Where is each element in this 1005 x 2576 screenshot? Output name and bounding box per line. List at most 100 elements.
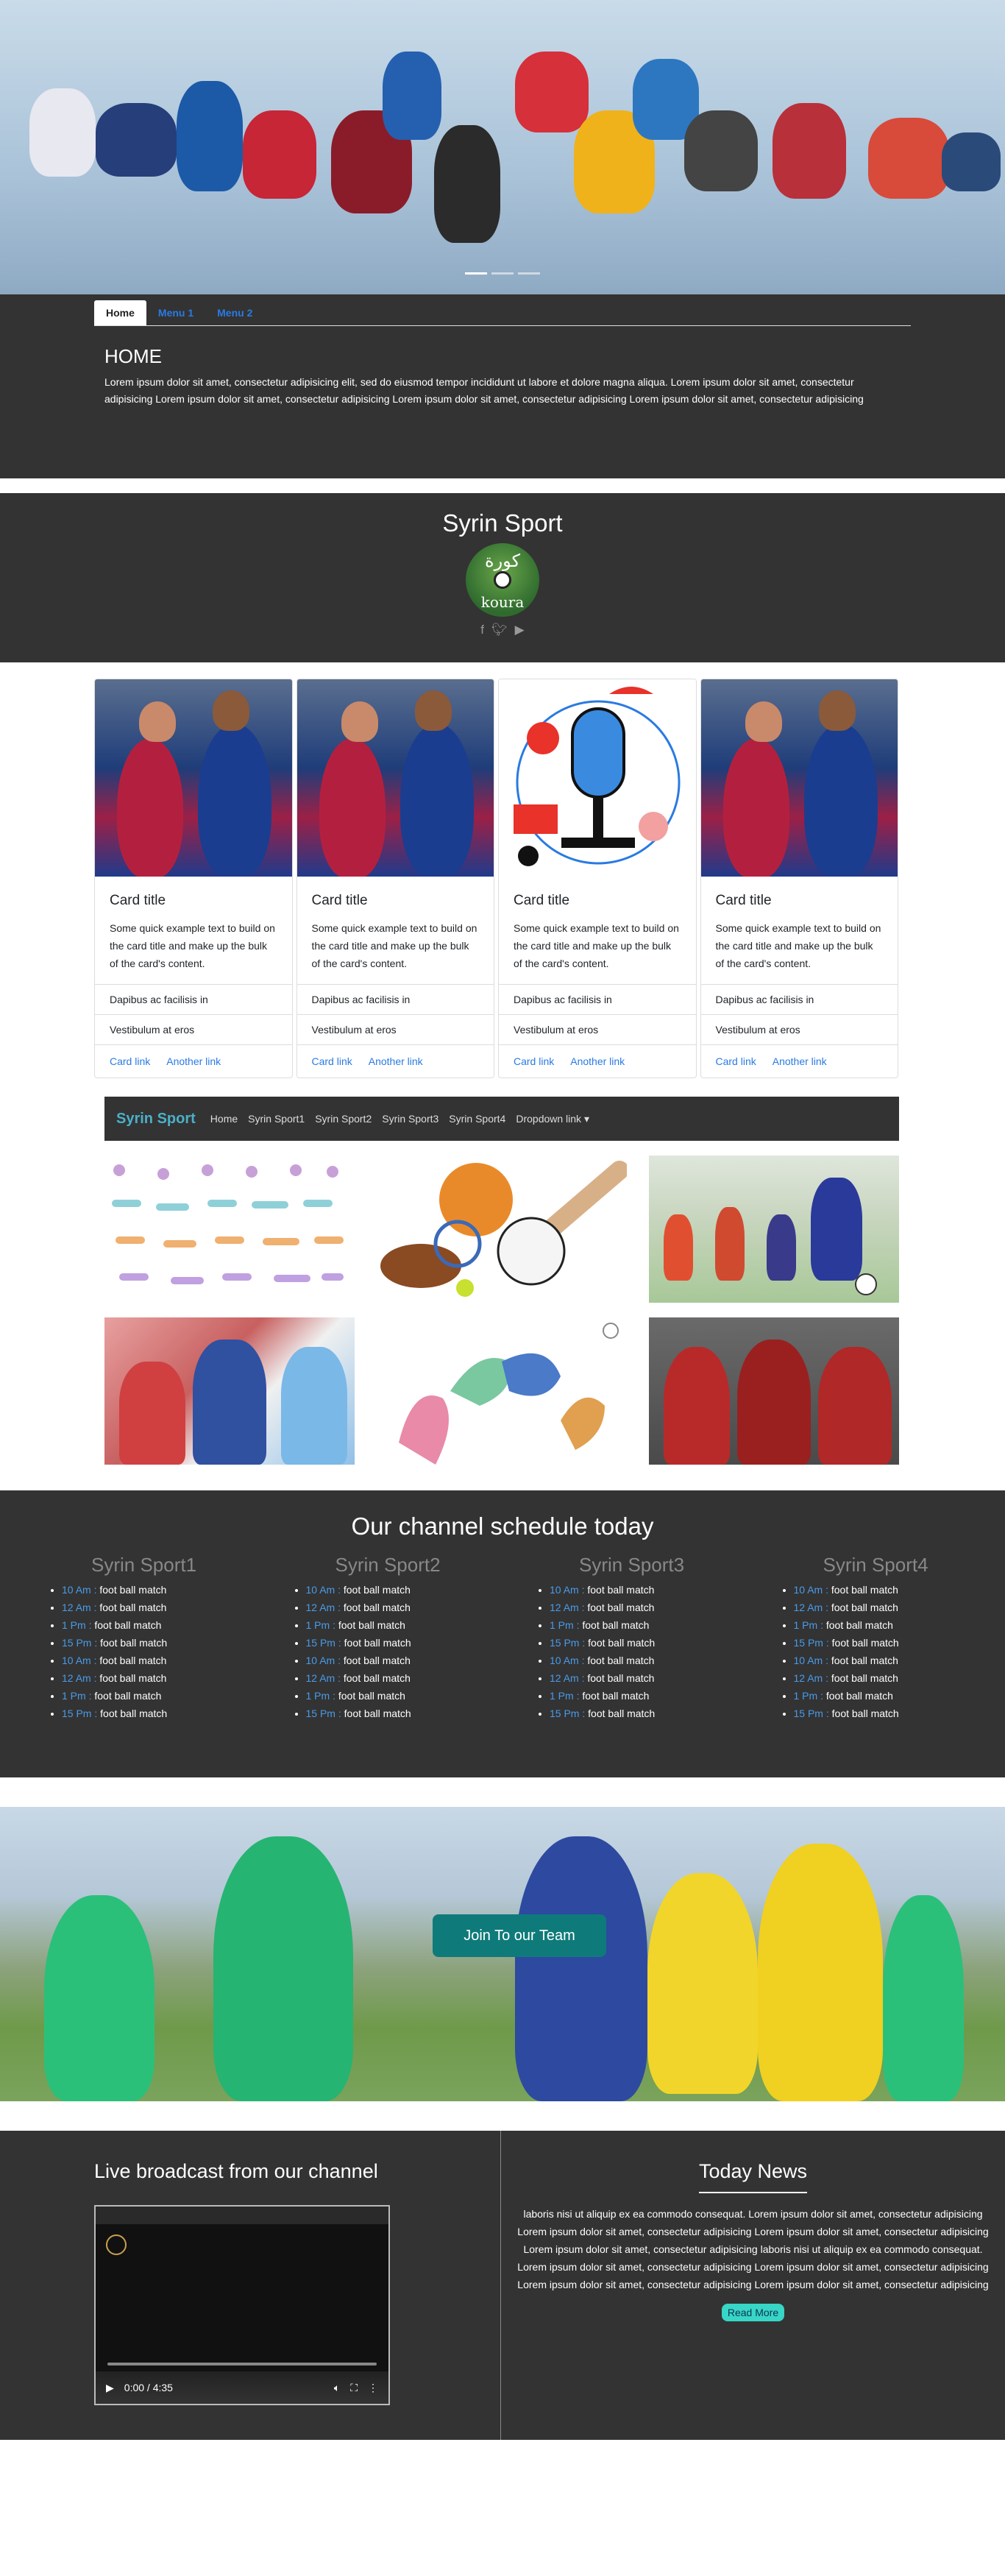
tab-menu-1[interactable]: Menu 1 <box>146 300 205 325</box>
nav-home[interactable]: Home <box>210 1113 238 1125</box>
more-options-icon[interactable]: ⋮ <box>368 2382 378 2394</box>
card-list-item: Vestibulum at eros <box>700 1014 898 1044</box>
schedule-item: 12 Am : foot ball match <box>62 1599 274 1616</box>
facebook-icon[interactable]: f <box>480 623 484 637</box>
card-text: Some quick example text to build on the … <box>715 922 881 969</box>
card-link[interactable]: Card link <box>110 1055 150 1067</box>
card-title: Card title <box>110 893 166 908</box>
card-another-link[interactable]: Another link <box>570 1055 625 1067</box>
video-player[interactable]: ▶ 0:00 / 4:35 🔈︎ ⛶ ⋮ <box>94 2205 390 2405</box>
card-link[interactable]: Card link <box>514 1055 554 1067</box>
card-link[interactable]: Card link <box>312 1055 352 1067</box>
schedule-item: 10 Am : foot ball match <box>306 1581 518 1599</box>
schedule-item: 15 Pm : foot ball match <box>62 1705 274 1722</box>
site-header: Syrin Sport كورة koura f 🐦︎ ▶ <box>0 493 1005 662</box>
nav-syrin-sport2[interactable]: Syrin Sport2 <box>315 1113 372 1125</box>
card-list-item: Dapibus ac facilisis in <box>95 984 292 1014</box>
schedule-section: Our channel schedule today Syrin Sport1 … <box>0 1490 1005 1777</box>
gallery-image[interactable] <box>377 1156 627 1303</box>
schedule-item: 12 Am : foot ball match <box>306 1669 518 1687</box>
schedule-item: 10 Am : foot ball match <box>794 1652 1005 1669</box>
schedule-item: 15 Pm : foot ball match <box>550 1705 761 1722</box>
navbar-brand[interactable]: Syrin Sport <box>116 1111 196 1128</box>
tab-text: Lorem ipsum dolor sit amet, consectetur … <box>104 376 864 405</box>
card-image <box>95 679 292 877</box>
schedule-item: 15 Pm : foot ball match <box>306 1634 518 1652</box>
card-list-item: Dapibus ac facilisis in <box>296 984 494 1014</box>
card-another-link[interactable]: Another link <box>369 1055 423 1067</box>
card-text: Some quick example text to build on the … <box>110 922 275 969</box>
schedule-item: 12 Am : foot ball match <box>550 1669 761 1687</box>
nav-syrin-sport3[interactable]: Syrin Sport3 <box>382 1113 438 1125</box>
schedule-item: 10 Am : foot ball match <box>550 1652 761 1669</box>
nav-syrin-sport4[interactable]: Syrin Sport4 <box>449 1113 505 1125</box>
card: Card title Some quick example text to bu… <box>498 679 697 1078</box>
schedule-item: 10 Am : foot ball match <box>62 1652 274 1669</box>
card: Card title Some quick example text to bu… <box>296 679 494 1078</box>
hero-carousel[interactable] <box>0 0 1005 294</box>
schedule-item: 12 Am : foot ball match <box>794 1599 1005 1616</box>
play-icon[interactable]: ▶ <box>106 2382 114 2394</box>
athlete-figure <box>177 81 243 191</box>
schedule-item: 10 Am : foot ball match <box>550 1581 761 1599</box>
card-image <box>296 679 494 877</box>
card-title: Card title <box>311 893 368 908</box>
schedule-item: 10 Am : foot ball match <box>794 1581 1005 1599</box>
nav-syrin-sport1[interactable]: Syrin Sport1 <box>248 1113 305 1125</box>
live-title: Live broadcast from our channel <box>94 2160 378 2182</box>
tab-heading: HOME <box>104 345 162 367</box>
player-figure <box>758 1844 883 2101</box>
schedule-item: 1 Pm : foot ball match <box>62 1616 274 1634</box>
card-link[interactable]: Card link <box>716 1055 756 1067</box>
gallery-image[interactable] <box>649 1317 899 1465</box>
volume-icon[interactable]: 🔈︎ <box>334 2382 340 2394</box>
gallery-image[interactable] <box>104 1317 355 1465</box>
card-list-item: Dapibus ac facilisis in <box>499 984 696 1014</box>
card-another-link[interactable]: Another link <box>773 1055 827 1067</box>
live-broadcast: Live broadcast from our channel ▶ 0:00 /… <box>0 2131 501 2440</box>
fullscreen-icon[interactable]: ⛶ <box>350 2382 358 2394</box>
team-banner: Join To our Team <box>0 1807 1005 2101</box>
gallery-image[interactable] <box>377 1317 627 1465</box>
schedule-item: 15 Pm : foot ball match <box>306 1705 518 1722</box>
logo-latin-text: koura <box>480 593 525 611</box>
card-list-item: Vestibulum at eros <box>95 1014 292 1044</box>
player-figure <box>213 1836 353 2101</box>
schedule-item: 12 Am : foot ball match <box>794 1669 1005 1687</box>
athlete-figure <box>773 103 846 199</box>
youtube-icon[interactable]: ▶ <box>515 623 525 637</box>
card-text: Some quick example text to build on the … <box>514 922 679 969</box>
athlete-figure <box>942 132 1001 191</box>
tabs-section: Home Menu 1 Menu 2 HOME Lorem ipsum dolo… <box>0 294 1005 478</box>
site-logo: كورة koura <box>466 543 539 617</box>
footer-section: Live broadcast from our channel ▶ 0:00 /… <box>0 2131 1005 2440</box>
player-figure <box>515 1836 647 2101</box>
gallery-image[interactable] <box>649 1156 899 1303</box>
athlete-figure <box>515 52 589 132</box>
carousel-indicator[interactable] <box>491 272 514 275</box>
card-another-link[interactable]: Another link <box>166 1055 221 1067</box>
gallery-image[interactable] <box>104 1156 355 1303</box>
card-deck: Card title Some quick example text to bu… <box>94 679 898 1078</box>
nav-dropdown-link[interactable]: Dropdown link ▾ <box>516 1113 589 1125</box>
gallery-navbar: Syrin Sport Home Syrin Sport1 Syrin Spor… <box>104 1097 899 1141</box>
tab-home[interactable]: Home <box>94 300 146 325</box>
tab-menu-2[interactable]: Menu 2 <box>205 300 264 325</box>
card-title: Card title <box>715 893 772 908</box>
schedule-column: Syrin Sport3 10 Am : foot ball match 12 … <box>517 1554 761 1722</box>
soccer-ball-icon <box>494 571 511 589</box>
twitter-icon[interactable]: 🐦︎ <box>491 623 508 637</box>
schedule-item: 12 Am : foot ball match <box>62 1669 274 1687</box>
athlete-figure <box>243 110 316 199</box>
join-team-button[interactable]: Join To our Team <box>433 1914 606 1957</box>
schedule-item: 15 Pm : foot ball match <box>794 1634 1005 1652</box>
channel-logo-icon <box>106 2234 127 2255</box>
video-progress-bar[interactable] <box>107 2363 377 2366</box>
athlete-figure <box>434 125 500 243</box>
schedule-item: 1 Pm : foot ball match <box>794 1687 1005 1705</box>
read-more-button[interactable]: Read More <box>721 2304 785 2321</box>
social-links: f 🐦︎ ▶ <box>0 623 1005 637</box>
carousel-indicator[interactable] <box>518 272 540 275</box>
schedule-title: Our channel schedule today <box>351 1512 654 1540</box>
carousel-indicator[interactable] <box>465 272 487 275</box>
